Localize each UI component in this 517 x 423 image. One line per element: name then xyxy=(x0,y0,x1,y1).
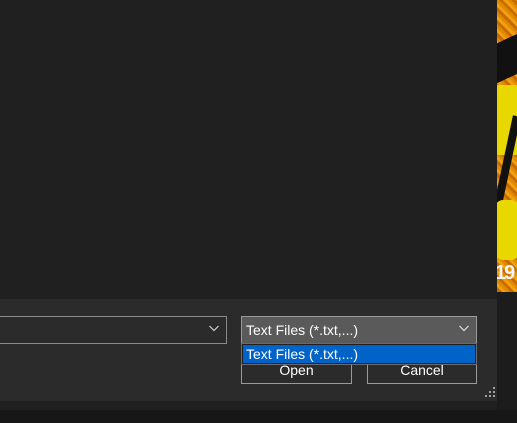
file-list-area[interactable] xyxy=(0,0,497,299)
chevron-down-icon[interactable] xyxy=(458,321,470,339)
file-name-combobox[interactable] xyxy=(0,316,227,344)
bottom-strip xyxy=(0,401,497,410)
background-strip xyxy=(0,410,517,423)
file-type-value: Text Files (*.txt,...) xyxy=(246,322,359,338)
wallpaper-shape xyxy=(497,33,517,87)
wallpaper-shape xyxy=(497,200,517,260)
chevron-down-icon[interactable] xyxy=(208,321,220,339)
desktop-wallpaper: 19 xyxy=(497,0,517,410)
file-type-combobox[interactable]: Text Files (*.txt,...) xyxy=(241,316,477,344)
file-type-option[interactable]: Text Files (*.txt,...) xyxy=(243,345,475,363)
resize-grip-icon[interactable] xyxy=(485,387,495,397)
file-type-dropdown-list: Text Files (*.txt,...) xyxy=(241,343,477,365)
wallpaper-shape xyxy=(497,292,517,410)
wallpaper-text: 19 xyxy=(497,262,515,284)
